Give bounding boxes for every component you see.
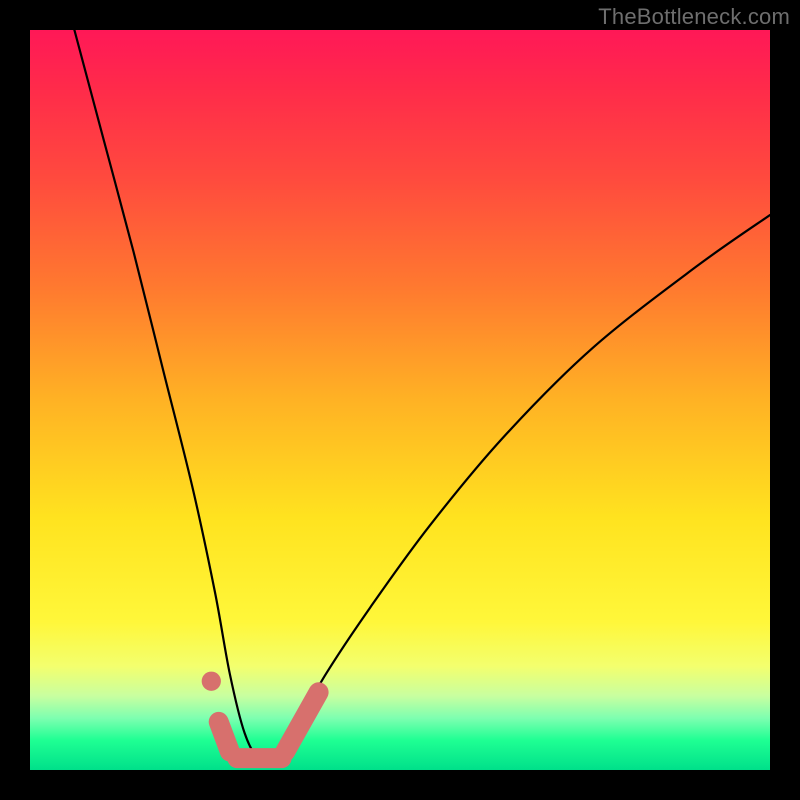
outer-frame: TheBottleneck.com [0,0,800,800]
left-pill [219,722,230,752]
left-dot [202,672,221,691]
marker-layer [202,672,319,759]
curve-layer [30,30,770,770]
watermark-text: TheBottleneck.com [598,4,790,30]
right-pill [285,692,318,751]
plot-area [30,30,770,770]
bottleneck-curve [74,30,770,760]
